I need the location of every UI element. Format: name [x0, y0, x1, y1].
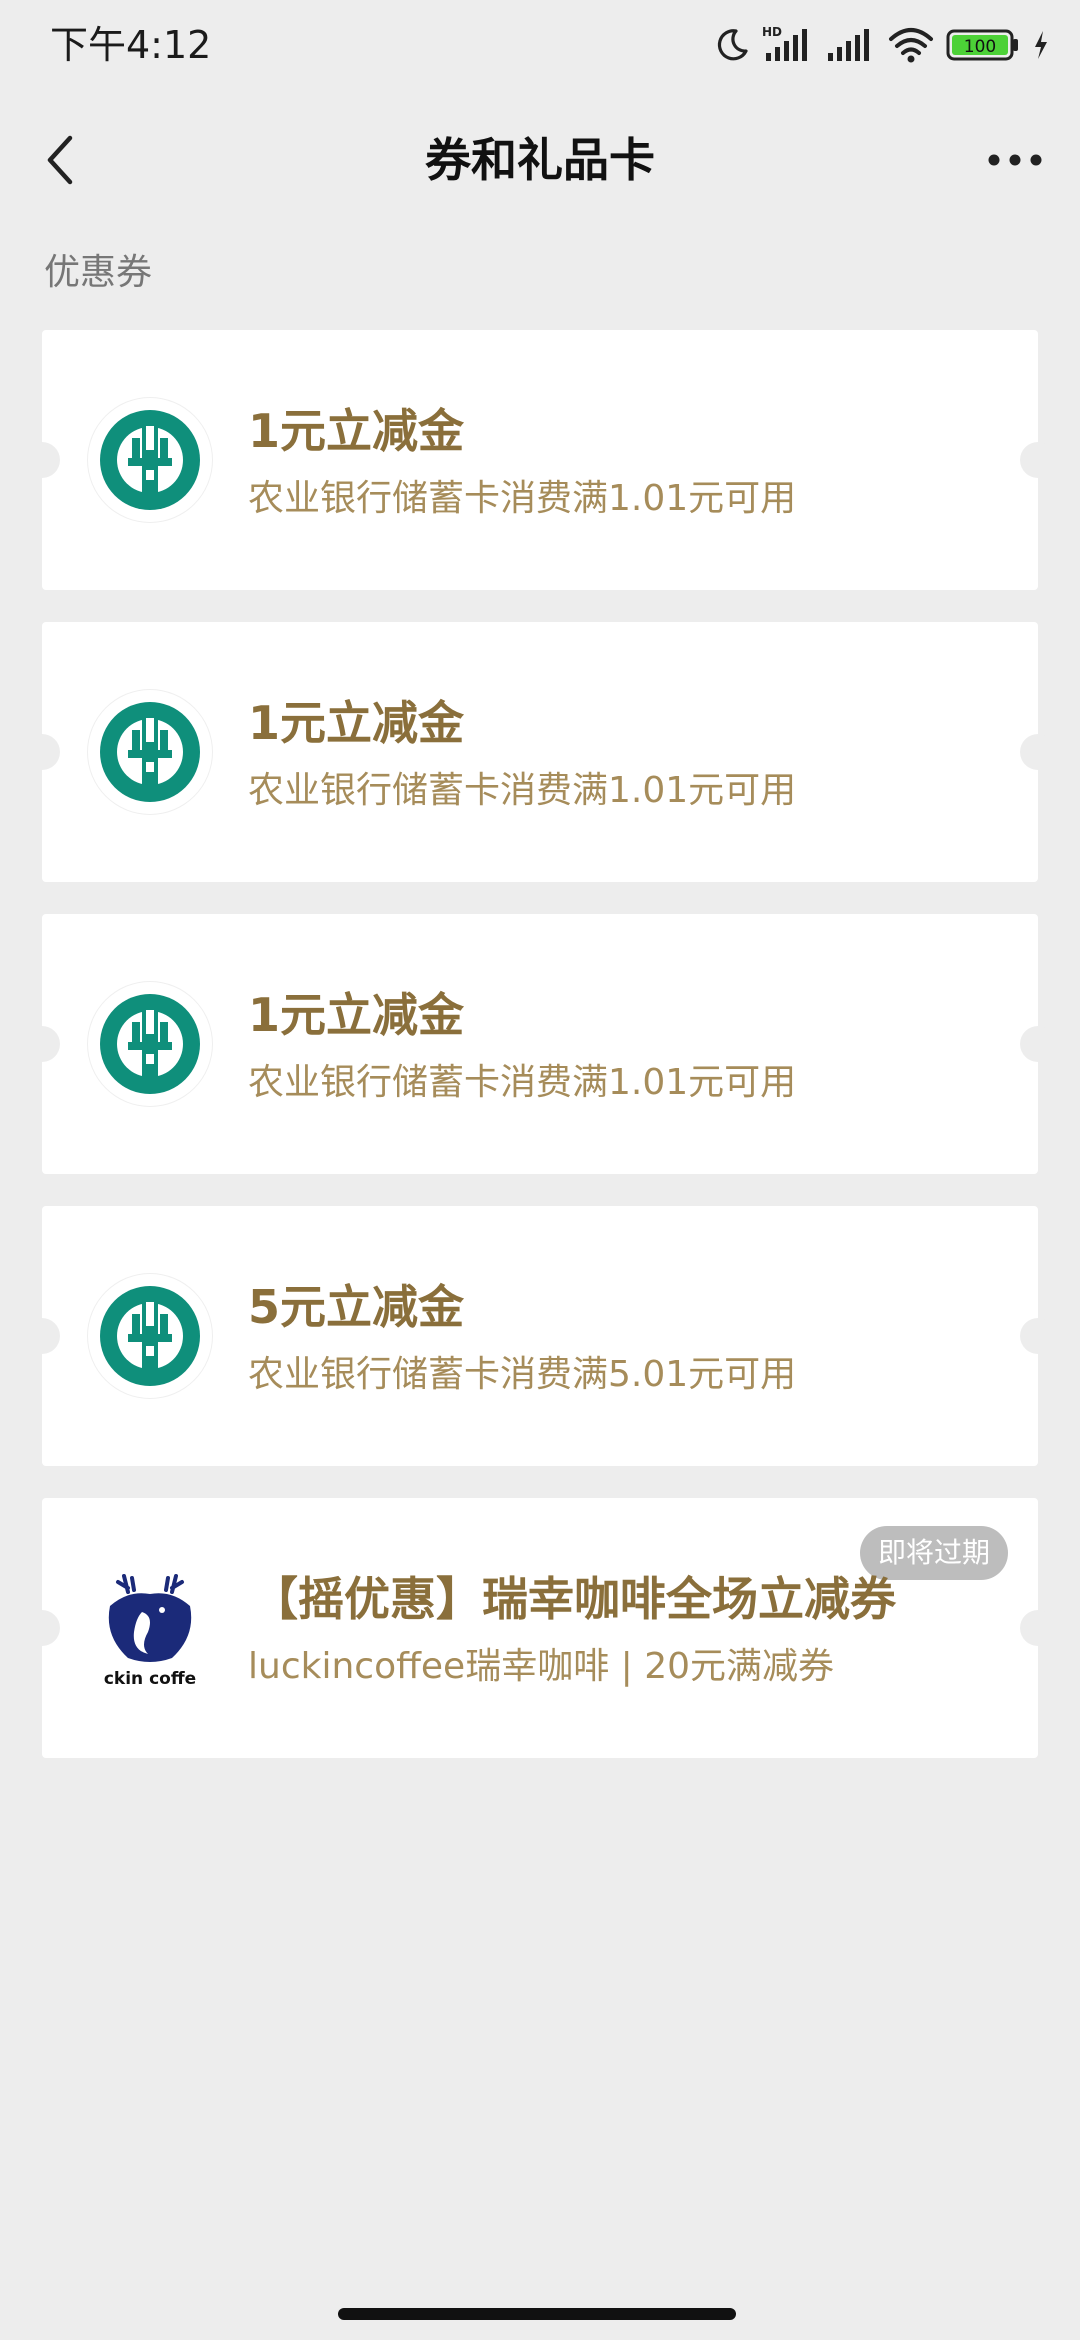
moon-icon [717, 29, 748, 61]
coupon-desc: 农业银行储蓄卡消费满1.01元可用 [248, 478, 797, 519]
coupon-desc: luckincoffee瑞幸咖啡 | 20元满减券 [248, 1646, 835, 1687]
more-button[interactable] [970, 130, 1060, 190]
more-dots-icon [988, 154, 1042, 166]
luckin-coffee-logo: ckin coffe [88, 1566, 212, 1690]
coupon-title: 5元立减金 [248, 1280, 465, 1334]
card-notch-left [24, 1026, 60, 1062]
coupon-desc: 农业银行储蓄卡消费满1.01元可用 [248, 770, 797, 811]
status-time: 下午4:12 [50, 23, 212, 67]
status-icons: HD 100 [714, 20, 1050, 70]
hd-label: HD [762, 25, 782, 39]
signal-hd-icon: HD [762, 25, 807, 61]
card-notch-right [1020, 1318, 1056, 1354]
card-notch-left [24, 442, 60, 478]
card-notch-right [1020, 1026, 1056, 1062]
luckin-logo-text: ckin coffe [104, 1669, 196, 1689]
coupon-title: 【摇优惠】瑞幸咖啡全场立减券 [252, 1572, 896, 1626]
coupon-card[interactable]: 1元立减金 农业银行储蓄卡消费满1.01元可用 [24, 330, 1056, 590]
coupon-desc: 农业银行储蓄卡消费满5.01元可用 [248, 1354, 797, 1395]
coupon-desc: 农业银行储蓄卡消费满1.01元可用 [248, 1062, 797, 1103]
coupon-title: 1元立减金 [248, 404, 465, 458]
battery-level: 100 [964, 37, 996, 57]
coupon-card[interactable]: 1元立减金 农业银行储蓄卡消费满1.01元可用 [24, 914, 1056, 1174]
abc-bank-logo [88, 690, 212, 814]
coupon-title: 1元立减金 [248, 696, 465, 750]
status-bar: 下午4:12 HD 100 [0, 0, 1080, 90]
card-notch-left [24, 1610, 60, 1646]
card-notch-right [1020, 442, 1056, 478]
card-notch-left [24, 1318, 60, 1354]
coupon-title: 1元立减金 [248, 988, 465, 1042]
coupon-card[interactable]: 5元立减金 农业银行储蓄卡消费满5.01元可用 [24, 1206, 1056, 1466]
section-label-coupons: 优惠券 [44, 252, 153, 293]
abc-bank-logo [88, 398, 212, 522]
battery-icon: 100 [946, 29, 1018, 61]
coupon-card[interactable]: 1元立减金 农业银行储蓄卡消费满1.01元可用 [24, 622, 1056, 882]
coupon-list: 1元立减金 农业银行储蓄卡消费满1.01元可用 1元立减金 农业银行储蓄卡消费满… [24, 330, 1056, 1790]
wifi-icon [889, 28, 933, 63]
signal-icon [828, 29, 869, 61]
card-notch-left [24, 734, 60, 770]
card-notch-right [1020, 734, 1056, 770]
abc-bank-logo [88, 1274, 212, 1398]
card-notch-right [1020, 1610, 1056, 1646]
charging-icon [1035, 31, 1047, 59]
abc-bank-logo [88, 982, 212, 1106]
home-indicator[interactable] [338, 2308, 736, 2320]
coupon-card[interactable]: 即将过期 ckin coffe 【摇优惠】瑞幸咖啡全场立减券 luckincof… [24, 1498, 1056, 1758]
nav-bar: 券和礼品卡 [0, 110, 1080, 210]
page-title: 券和礼品卡 [425, 133, 655, 187]
